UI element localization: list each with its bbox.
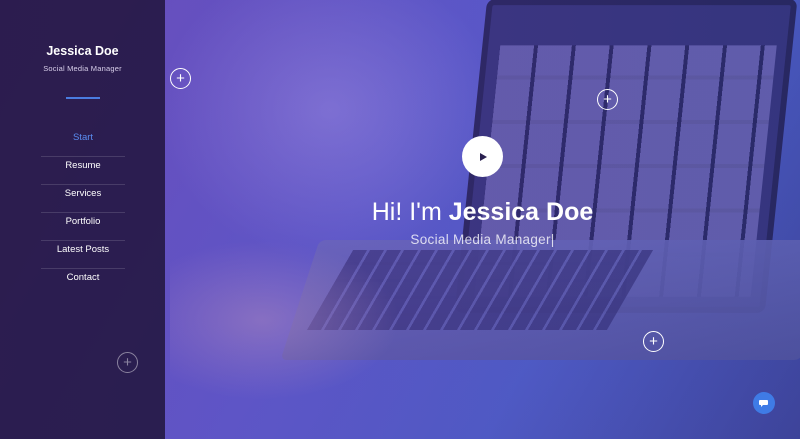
nav-item-latest-posts[interactable]: Latest Posts (41, 241, 125, 269)
profile-name: Jessica Doe (46, 44, 119, 58)
nav-item-portfolio[interactable]: Portfolio (41, 213, 125, 241)
chat-icon (759, 400, 768, 407)
nav-item-resume[interactable]: Resume (41, 157, 125, 185)
play-icon (480, 152, 487, 161)
main-nav: Start Resume Services Portfolio Latest P… (41, 129, 125, 297)
play-video-button[interactable] (462, 136, 503, 177)
profile-role: Social Media Manager (43, 64, 122, 73)
plus-icon[interactable]: + (597, 89, 618, 110)
hero-headline: Hi! I'm Jessica Doe (340, 198, 625, 227)
nav-item-start[interactable]: Start (41, 129, 125, 157)
hero-name: Jessica Doe (448, 198, 594, 226)
hero-greeting: Hi! I'm (371, 198, 449, 226)
hero-subtitle: Social Media Manager| (410, 232, 555, 247)
plus-icon[interactable]: + (643, 331, 664, 352)
plus-icon[interactable]: + (170, 68, 191, 89)
sidebar: Jessica Doe Social Media Manager Start R… (0, 0, 165, 439)
nav-item-contact[interactable]: Contact (41, 269, 125, 297)
plus-icon[interactable]: + (117, 352, 138, 373)
nav-item-services[interactable]: Services (41, 185, 125, 213)
chat-button[interactable] (753, 392, 775, 414)
accent-divider (65, 97, 100, 99)
